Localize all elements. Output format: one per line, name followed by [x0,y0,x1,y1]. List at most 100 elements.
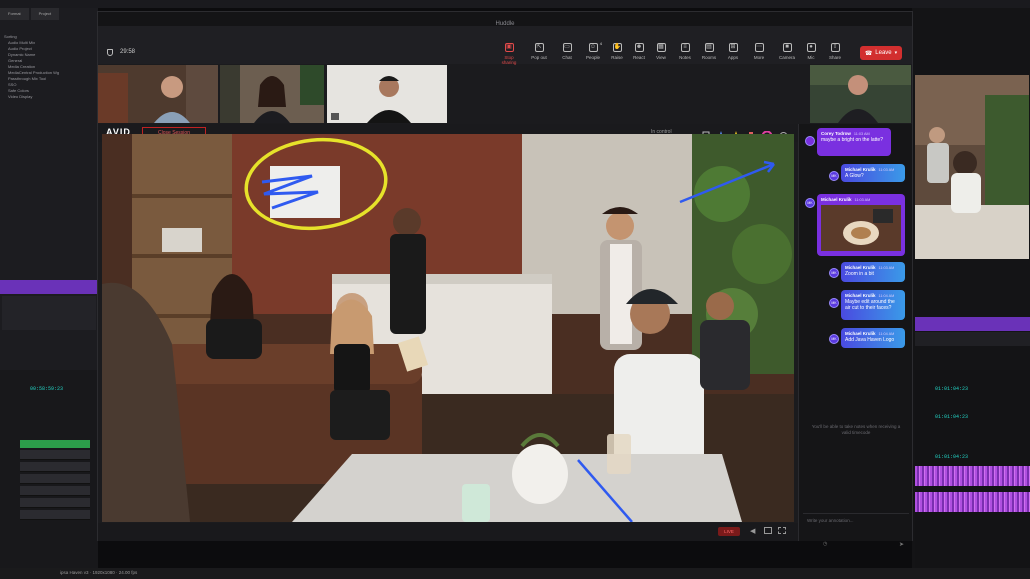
pip-icon[interactable] [764,527,772,534]
huddle-window: Huddle 29:58 ▣ Stop sharing ⇱ Pop out ▭ Chat ☺… [97,11,913,548]
toolbar-button-stop-sharing[interactable]: ▣ Stop sharing [498,43,520,65]
avatar: MK [829,171,839,181]
bin-list: Sorting Audio Multi Mix Audio Project Dy… [4,34,76,100]
latte-thumbnail[interactable] [821,205,901,251]
participant-tile[interactable] [327,65,447,123]
toolbar-button-camera[interactable]: ■ Camera [776,43,798,60]
chat-message: Michael Krulik 11:04 AM Add Java Haven Lo… [841,328,905,348]
message-text: maybe a bright on the latte? [821,137,883,143]
people-count-badge: 4 [599,41,602,46]
audio-waveform[interactable] [915,492,1030,512]
live-badge: LIVE [718,527,740,536]
toolbar-button-chat[interactable]: ▭ Chat [556,43,578,60]
toolbar-button-label: More [753,55,765,60]
audio-waveform[interactable] [915,466,1030,486]
editor-tool-palette[interactable] [2,296,96,330]
toolbar-button-notes[interactable]: ≡ Notes [674,43,696,60]
avatar: MK [829,298,839,308]
message-text: Add Java Haven Logo [845,337,895,343]
pop-out-icon: ⇱ [534,43,544,52]
toolbar-button-label: Apps [727,55,739,60]
editor-purple-bar [915,317,1030,331]
message-author: Michael Krulik [845,293,876,298]
message-time: 11:04 AM [878,332,895,336]
track-row[interactable] [20,486,90,496]
timecode-right: 01:01:04:23 [935,454,969,460]
toolbar-button-pop-out[interactable]: ⇱ Pop out [528,43,550,60]
toolbar-button-label: React [633,55,645,60]
fullscreen-icon[interactable] [778,527,786,534]
source-monitor-image [915,75,1029,259]
message-author: Corey Todrow [821,131,851,136]
message-time: 11:04 AM [878,294,895,298]
toolbar-button-label: Pop out [531,55,547,60]
volume-icon[interactable]: ◀ [750,527,755,535]
track-row[interactable] [20,510,90,520]
message-time: 11:03 AM [878,168,895,172]
track-header[interactable] [20,440,90,448]
self-video-tile[interactable] [810,65,911,123]
bin-item[interactable]: Video Display [4,94,76,100]
shared-video-frame[interactable] [102,134,794,522]
editor-tabs: Format Project [0,8,96,20]
toolbar-button-label: Camera [778,55,795,60]
meeting-toolbar: 29:58 ▣ Stop sharing ⇱ Pop out ▭ Chat ☺ People 4… [98,26,912,65]
leave-button[interactable]: ☎ Leave ▾ [860,46,902,60]
toolbar-button-label: Chat [562,55,572,60]
chat-message: Michael Krulik 11:04 AM Maybe edit around… [841,290,905,320]
toolbar-button-label: Share [828,55,841,60]
participant-tile[interactable] [220,65,324,123]
timecode-right: 01:01:04:23 [935,386,969,392]
participant-tile[interactable] [98,65,218,123]
share-stop-icon: ▣ [504,43,514,52]
track-row[interactable] [20,462,90,472]
cafe-scene [102,134,794,522]
tab-format[interactable]: Format [0,8,29,20]
phone-icon: ☎ [864,50,873,57]
react-icon: ☻ [634,43,644,52]
track-row[interactable] [20,474,90,484]
message-time: 11:03 AM [854,198,871,202]
toolbar-button-view[interactable]: ▦ View [650,43,672,60]
window-title-bar: Huddle [98,12,912,27]
timecode-left: 00:58:59:23 [30,386,64,392]
editor-timeline-right: 01:01:04:23 01:01:04:23 01:01:04:23 [915,370,1030,570]
leave-label: Leave [875,50,892,56]
editor-tool-palette[interactable] [915,332,1030,346]
toolbar-button-label: Raise [611,55,623,60]
avatar: MK [829,334,839,344]
video-controls-bar: LIVE ◀ [98,523,798,541]
clock-icon[interactable]: ◷ [823,541,827,547]
editor-timeline-left: 00:58:59:23 [0,370,98,570]
send-icon[interactable]: ➤ [899,541,904,548]
chevron-down-icon: ▾ [894,50,898,56]
toolbar-button-mic[interactable]: ● Mic [800,43,822,60]
camera-icon: ■ [782,43,792,52]
track-row[interactable] [20,450,90,460]
message-author: Michael Krulik [845,331,876,336]
track-row[interactable] [20,498,90,508]
timecode-right: 01:01:04:23 [935,414,969,420]
avatar: MK [829,268,839,278]
toolbar-button-label: Notes [679,55,691,60]
chat-message: Michael Krulik 11:03 AM [817,194,905,256]
people-icon: ☺ [588,43,598,52]
toolbar-button-raise[interactable]: ✋ Raise [606,43,628,60]
annotation-input[interactable]: Write your annotation... [803,513,909,527]
mic-icon: ● [806,43,816,52]
tab-project[interactable]: Project [30,8,60,20]
toolbar-button-more[interactable]: ⋯ More [748,43,770,60]
toolbar-button-apps[interactable]: ⊞ Apps [722,43,744,60]
message-author: Michael Krulik [845,265,876,270]
share-icon: ⇧ [830,43,840,52]
message-time: 11:03 AM [878,266,895,270]
toolbar-button-rooms[interactable]: ▤ Rooms [698,43,720,60]
message-time: 11:03 AM [853,132,870,136]
toolbar-button-share[interactable]: ⇧ Share [824,43,846,60]
chat-icon: ▭ [562,43,572,52]
more-icon: ⋯ [754,43,764,52]
editor-status-bar: ipsa Haven v3 · 1920x1080 · 24.00 fps [0,568,1030,579]
notes-icon: ≡ [680,43,690,52]
toolbar-button-people[interactable]: ☺ People 4 [582,41,604,60]
toolbar-button-react[interactable]: ☻ React [628,43,650,60]
